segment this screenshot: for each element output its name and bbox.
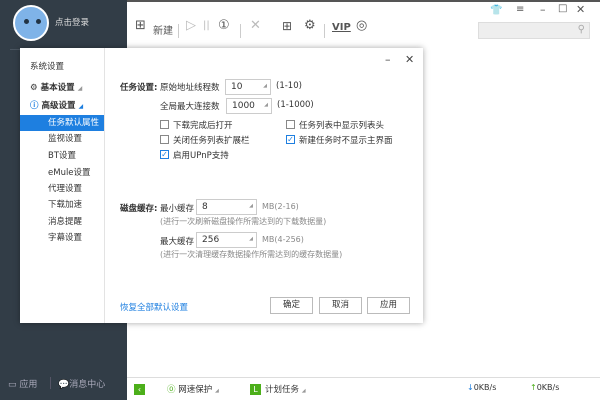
message-icon: 💬 — [58, 380, 70, 390]
sidebar-item-bt[interactable]: BT设置 — [20, 148, 104, 164]
sidebar-item-emule[interactable]: eMule设置 — [20, 165, 104, 181]
restore-defaults-link[interactable]: 恢复全部默认设置 — [120, 301, 188, 313]
speed-protect-button[interactable]: ⓪ 网速保护 ◢ — [167, 383, 219, 395]
limit-icon[interactable]: ① — [218, 18, 230, 33]
min-cache-label: 最小缓存 — [160, 204, 195, 214]
collapse-button[interactable]: ‹ — [134, 384, 145, 395]
apps-icon: ▭ — [8, 380, 17, 390]
settings-icon[interactable]: ⚙ — [304, 18, 316, 33]
messages-label: 消息中心 — [69, 380, 106, 390]
search-icon[interactable]: ⚲ — [578, 24, 585, 35]
messages-button[interactable]: 💬消息中心 — [58, 377, 105, 390]
skin-icon[interactable]: 👕 — [490, 5, 502, 16]
ok-button[interactable]: 确定 — [270, 297, 313, 314]
connections-input[interactable]: 1000 — [226, 98, 272, 114]
checkbox-icon — [160, 120, 169, 129]
threads-input[interactable]: 10 — [225, 79, 271, 95]
grid-icon[interactable]: ⊞ — [282, 19, 292, 33]
sidebar-group-advanced[interactable]: ⓘ 高级设置 ◢ — [30, 99, 83, 111]
sidebar-title: 系统设置 — [30, 62, 65, 72]
divider — [178, 24, 179, 38]
cancel-button[interactable]: 取消 — [319, 297, 362, 314]
minimize-button[interactable]: – — [540, 3, 546, 16]
play-icon[interactable]: ▷ — [186, 18, 196, 33]
max-cache-note: (进行一次清理缓存数据操作所需达到的缓存数据量) — [160, 250, 343, 259]
connections-range: (1-1000) — [277, 100, 314, 110]
threads-range: (1-10) — [276, 81, 302, 91]
arrow-up-icon: ↑ — [530, 383, 537, 392]
min-cache-range: MB(2-16) — [262, 202, 299, 211]
settings-sidebar: 系统设置 ⚙ 基本设置 ◢ ⓘ 高级设置 ◢ 任务默认属性 监视设置 BT设置 … — [20, 48, 105, 323]
divider — [50, 377, 51, 389]
checkbox-checked-icon: ✓ — [160, 150, 169, 159]
apps-button[interactable]: ▭ 应用 — [8, 377, 37, 390]
shield-icon: ⓪ — [167, 385, 176, 395]
close-button[interactable]: ✕ — [576, 3, 585, 16]
status-bar: ‹ ⓪ 网速保护 ◢ L 计划任务 ◢ ↓0KB/s ↑0KB/s — [127, 377, 600, 400]
sidebar-item-proxy[interactable]: 代理设置 — [20, 181, 104, 197]
delete-icon[interactable]: ✕ — [250, 18, 261, 33]
checkbox-icon — [160, 135, 169, 144]
apps-label: 应用 — [19, 380, 38, 390]
schedule-icon: L — [250, 384, 261, 395]
new-task-button[interactable]: 新建 — [153, 22, 173, 37]
avatar[interactable] — [13, 5, 49, 41]
sidebar-item-task-defaults[interactable]: 任务默认属性 — [20, 115, 104, 131]
wallet-icon[interactable]: ◎ — [356, 18, 367, 33]
max-cache-range: MB(4-256) — [262, 235, 304, 244]
max-cache-label: 最大缓存 — [160, 237, 195, 247]
sidebar-item-acceleration[interactable]: 下载加速 — [20, 197, 104, 213]
task-section-label: 任务设置: — [120, 83, 158, 93]
upload-speed: ↑0KB/s — [530, 383, 560, 392]
dialog-close-button[interactable]: ✕ — [405, 53, 414, 66]
info-icon: ⓘ — [30, 101, 39, 111]
new-task-icon[interactable]: ⊞ — [135, 18, 146, 33]
threads-label: 原始地址线程数 — [160, 83, 220, 93]
connections-label: 全局最大连接数 — [160, 102, 220, 112]
divider — [240, 24, 241, 38]
maximize-button[interactable]: □ — [558, 3, 567, 14]
search-input[interactable]: ⚲ — [478, 22, 590, 39]
download-speed: ↓0KB/s — [467, 383, 497, 392]
sidebar-item-monitor[interactable]: 监视设置 — [20, 131, 104, 147]
sidebar-group-basic[interactable]: ⚙ 基本设置 ◢ — [30, 81, 82, 93]
apply-button[interactable]: 应用 — [367, 297, 410, 314]
checkbox-checked-icon: ✓ — [286, 135, 295, 144]
divider — [324, 24, 325, 38]
arrow-down-icon: ↓ — [467, 383, 474, 392]
settings-dialog: 系统设置 ⚙ 基本设置 ◢ ⓘ 高级设置 ◢ 任务默认属性 监视设置 BT设置 … — [20, 48, 423, 323]
vip-button[interactable]: VIP — [332, 22, 351, 33]
dialog-minimize-button[interactable]: – — [385, 53, 391, 66]
menu-icon[interactable]: ≡ — [516, 4, 524, 15]
cache-section-label: 磁盘缓存: — [120, 204, 158, 214]
max-cache-input[interactable]: 256 — [196, 232, 257, 248]
sidebar-item-subtitles[interactable]: 字幕设置 — [20, 230, 104, 246]
pause-icon[interactable]: || — [203, 20, 210, 31]
checkbox-icon — [286, 120, 295, 129]
min-cache-input[interactable]: 8 — [196, 199, 257, 215]
schedule-button[interactable]: 计划任务 ◢ — [265, 383, 306, 395]
sidebar-item-notifications[interactable]: 消息提醒 — [20, 214, 104, 230]
min-cache-note: (进行一次刷新磁盘操作所需达到的下载数据量) — [160, 217, 327, 226]
login-link[interactable]: 点击登录 — [55, 16, 89, 28]
